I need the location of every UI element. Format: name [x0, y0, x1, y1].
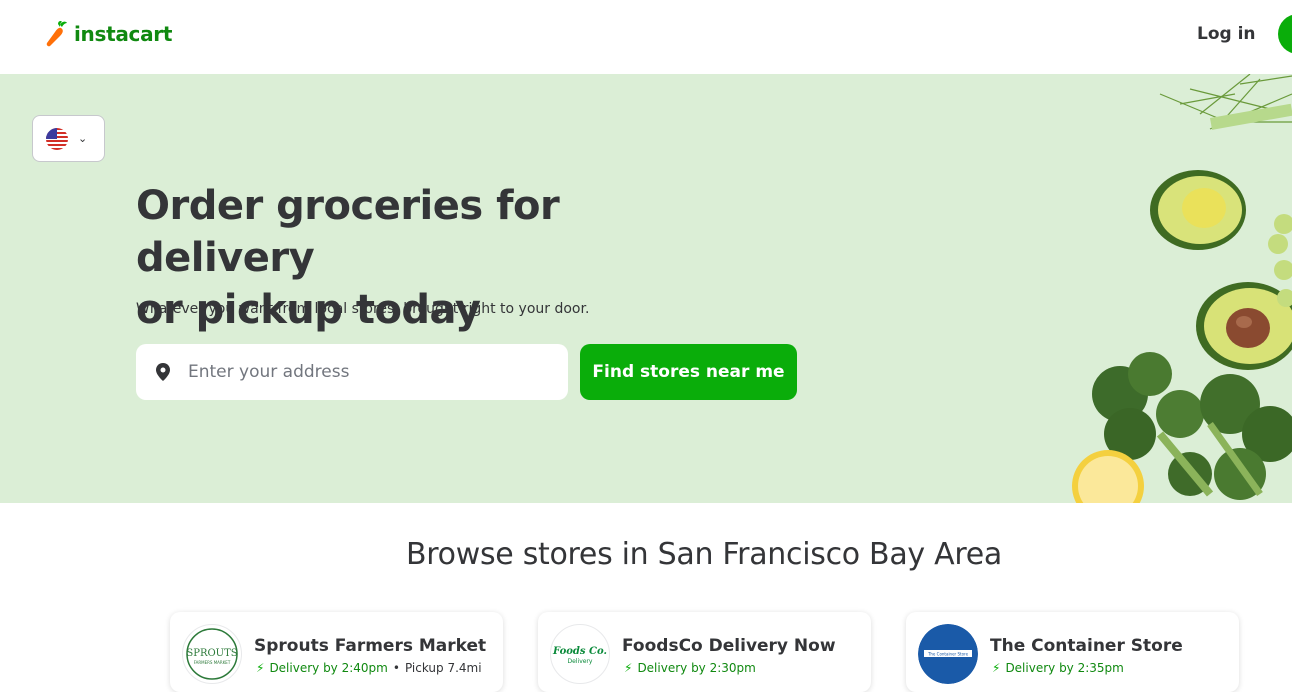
foodsco-logo-wordmark: Foods Co.	[552, 646, 607, 657]
chevron-down-icon: ⌄	[78, 132, 88, 145]
store-card-container-store[interactable]: The Container Store The Container Store …	[906, 612, 1239, 692]
instacart-logo[interactable]: instacart	[46, 20, 172, 48]
find-stores-button[interactable]: Find stores near me	[580, 344, 797, 400]
sprouts-logo-subtext: FARMERS MARKET	[194, 660, 231, 665]
logo-text: instacart	[74, 22, 173, 46]
signup-button[interactable]	[1278, 14, 1292, 54]
foodsco-logo-subtext: Delivery	[568, 658, 593, 665]
location-pin-icon	[156, 363, 170, 381]
store-name: FoodsCo Delivery Now	[622, 636, 836, 656]
store-logo: SPROUTS FARMERS MARKET	[182, 624, 242, 684]
country-selector[interactable]: ⌄	[32, 115, 105, 162]
store-name: Sprouts Farmers Market	[254, 636, 487, 656]
store-name: The Container Store	[990, 636, 1183, 656]
produce-illustration	[1072, 74, 1292, 503]
address-input[interactable]	[186, 361, 556, 383]
hero-section: ⌄ Order groceries for delivery or pickup…	[0, 74, 1292, 503]
store-logo: The Container Store	[918, 624, 978, 684]
browse-title: Browse stores in San Francisco Bay Area	[406, 537, 1002, 572]
store-card-foodsco[interactable]: Foods Co. Delivery FoodsCo Delivery Now …	[538, 612, 871, 692]
sprouts-logo-wordmark: SPROUTS	[186, 648, 237, 659]
login-link[interactable]: Log in	[1197, 24, 1256, 44]
sprouts-logo-icon: SPROUTS FARMERS MARKET	[186, 628, 238, 680]
address-field[interactable]	[136, 344, 568, 400]
store-card-sprouts[interactable]: SPROUTS FARMERS MARKET Sprouts Farmers M…	[170, 612, 503, 692]
hero-title-line-1: Order groceries for delivery	[136, 183, 560, 281]
us-flag-icon	[46, 127, 68, 150]
carrot-icon	[46, 21, 67, 47]
store-logo: Foods Co. Delivery	[550, 624, 610, 684]
hero-subtitle: Whatever you want from local stores, bro…	[136, 301, 590, 317]
foodsco-logo-icon: Foods Co. Delivery	[552, 628, 607, 680]
container-store-logo-icon: The Container Store	[918, 624, 978, 684]
avocado-half-icon	[1150, 170, 1246, 250]
container-store-logo-wordmark: The Container Store	[927, 652, 969, 657]
top-header: instacart Log in	[0, 0, 1292, 74]
